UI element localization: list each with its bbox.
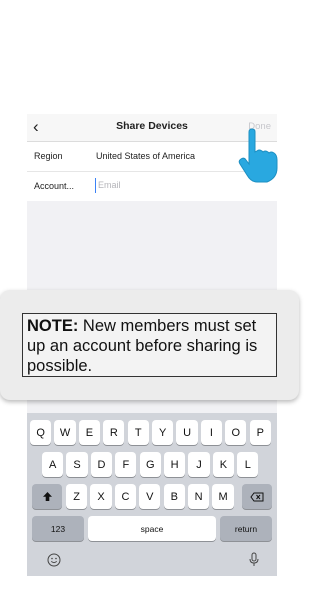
account-label: Account...	[34, 181, 75, 191]
shift-key[interactable]	[32, 484, 62, 509]
key-f[interactable]: F	[115, 452, 137, 477]
region-value: United States of America	[96, 151, 196, 161]
backspace-key[interactable]	[242, 484, 272, 509]
key-h[interactable]: H	[164, 452, 186, 477]
numbers-key[interactable]: 123	[32, 516, 84, 541]
key-e[interactable]: E	[78, 420, 101, 445]
onscreen-keyboard: QWERTYUIOP ASDFGHJKL ZXCVBNM 123 space r…	[27, 413, 277, 576]
emoji-icon[interactable]	[47, 553, 61, 567]
key-q[interactable]: Q	[30, 420, 52, 445]
region-label: Region	[34, 151, 63, 161]
key-u[interactable]: U	[176, 420, 198, 445]
return-key[interactable]: return	[220, 516, 272, 541]
key-r[interactable]: R	[103, 420, 125, 445]
microphone-icon[interactable]	[249, 552, 259, 567]
key-z[interactable]: Z	[66, 484, 88, 509]
key-g[interactable]: G	[139, 452, 161, 477]
key-x[interactable]: X	[90, 484, 112, 509]
key-d[interactable]: D	[90, 452, 113, 477]
key-n[interactable]: N	[188, 484, 210, 509]
space-key[interactable]: space	[88, 516, 216, 541]
note-card: NOTE: New members must set up an account…	[0, 290, 299, 400]
key-o[interactable]: O	[225, 420, 247, 445]
backspace-icon	[250, 492, 264, 501]
key-l[interactable]: L	[237, 452, 259, 477]
key-t[interactable]: T	[127, 420, 149, 445]
hand-pointer-icon	[238, 128, 278, 183]
key-i[interactable]: I	[200, 420, 223, 445]
text-cursor	[95, 178, 96, 193]
key-p[interactable]: P	[249, 420, 271, 445]
email-field[interactable]	[98, 180, 258, 190]
key-m[interactable]: M	[212, 484, 234, 509]
note-heading: NOTE:	[27, 317, 79, 335]
key-j[interactable]: J	[188, 452, 210, 477]
note-box: NOTE: New members must set up an account…	[22, 313, 277, 377]
key-v[interactable]: V	[139, 484, 161, 509]
key-w[interactable]: W	[54, 420, 76, 445]
key-c[interactable]: C	[114, 484, 137, 509]
key-s[interactable]: S	[66, 452, 88, 477]
key-k[interactable]: K	[212, 452, 235, 477]
key-b[interactable]: B	[163, 484, 185, 509]
shift-icon	[42, 492, 52, 501]
key-y[interactable]: Y	[152, 420, 174, 445]
key-a[interactable]: A	[42, 452, 64, 477]
